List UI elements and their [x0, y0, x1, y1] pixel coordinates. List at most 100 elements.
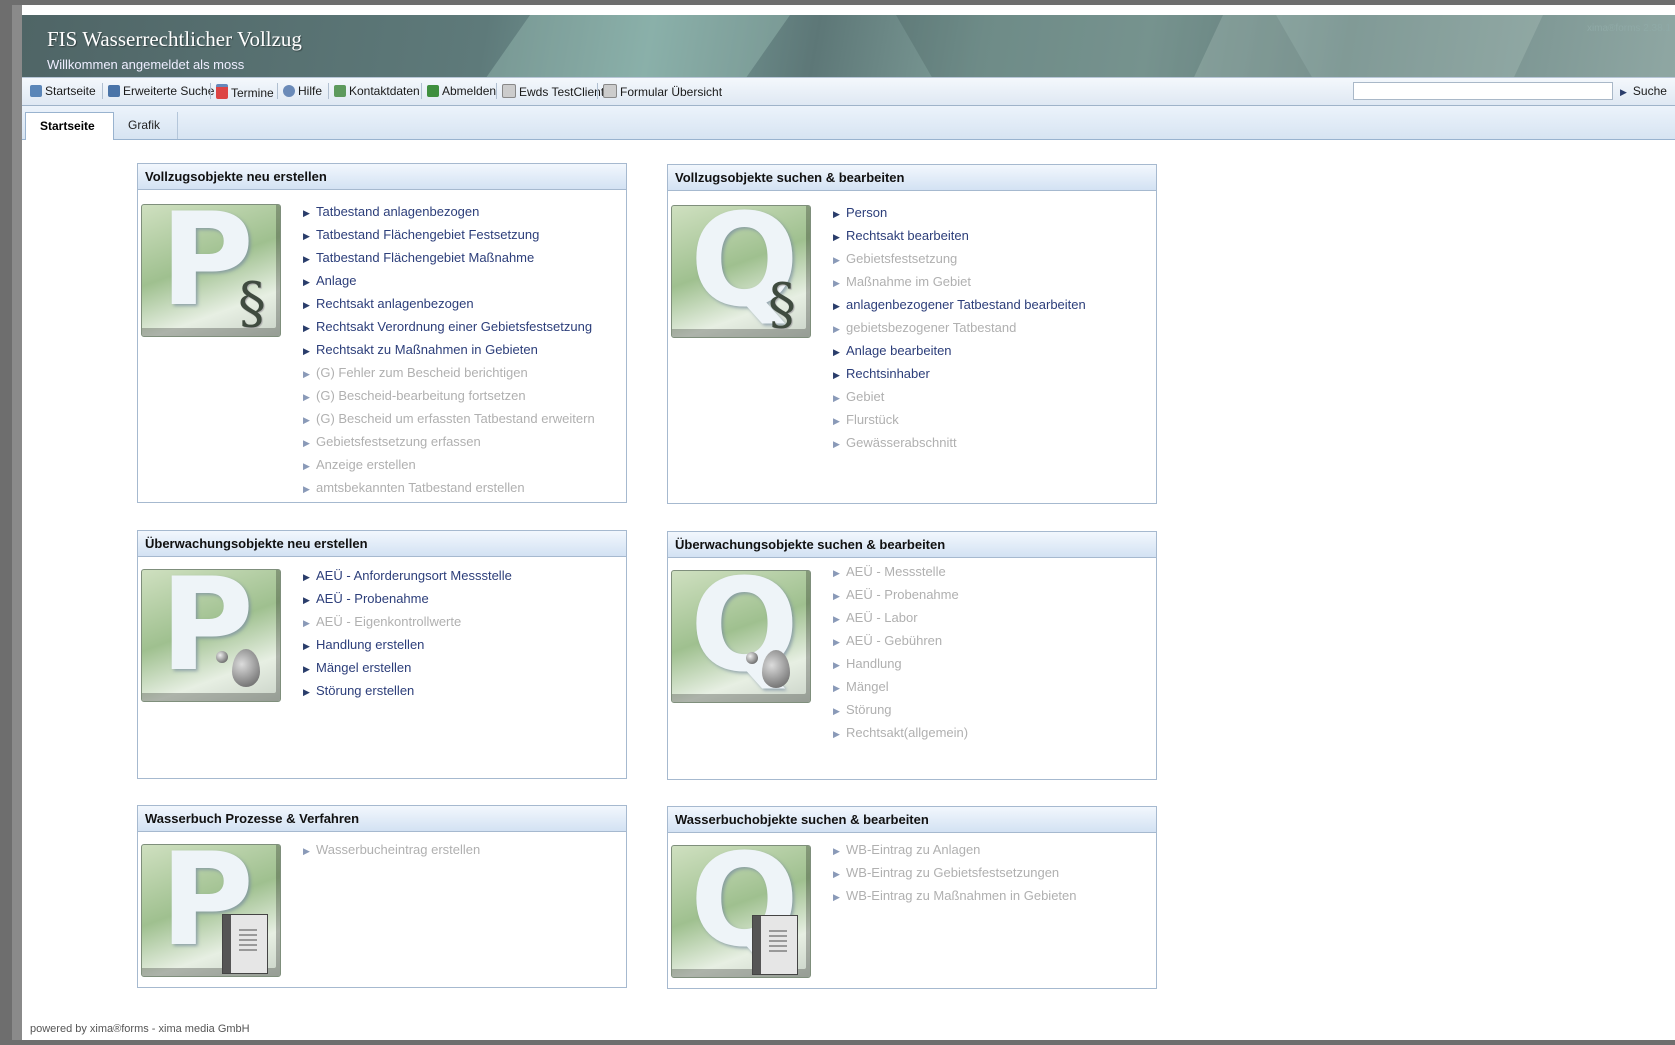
- link-item: ▶ AEÜ - Eigenkontrollwerte: [303, 610, 512, 633]
- link-item: ▶ Flurstück: [833, 408, 1086, 431]
- link-item[interactable]: ▶ Handlung erstellen: [303, 633, 512, 656]
- search-input[interactable]: [1353, 82, 1613, 100]
- link-item[interactable]: ▶ Anlage bearbeiten: [833, 339, 1086, 362]
- chevron-right-icon: ▶: [303, 392, 310, 402]
- chevron-right-icon: ▶: [303, 438, 310, 448]
- panel-wasserbuch-suchen: Wasserbuchobjekte suchen & bearbeiten Q …: [667, 806, 1157, 989]
- toolbar-ewds-testclient[interactable]: Ewds TestClient: [502, 84, 604, 99]
- link-label: (G) Bescheid-bearbeitung fortsetzen: [316, 388, 526, 403]
- link-item: ▶ (G) Bescheid-bearbeitung fortsetzen: [303, 384, 595, 407]
- link-item[interactable]: ▶ Anlage: [303, 269, 595, 292]
- link-item[interactable]: ▶ Person: [833, 201, 1086, 224]
- link-label: Maßnahme im Gebiet: [846, 274, 971, 289]
- link-label: Flurstück: [846, 412, 899, 427]
- link-item[interactable]: ▶ Rechtsakt anlagenbezogen: [303, 292, 595, 315]
- chevron-right-icon: ▶: [303, 484, 310, 494]
- link-item: ▶ AEÜ - Messstelle: [833, 560, 968, 583]
- link-item: ▶ WB-Eintrag zu Anlagen: [833, 838, 1077, 861]
- link-item: ▶ Maßnahme im Gebiet: [833, 270, 1086, 293]
- toolbar-abmelden[interactable]: Abmelden: [427, 84, 496, 98]
- link-label: Anzeige erstellen: [316, 457, 416, 472]
- chevron-right-icon: ▶: [303, 369, 310, 379]
- chevron-right-icon: ▶: [833, 591, 840, 601]
- panel-vollzug-neu: Vollzugsobjekte neu erstellen P § ▶ Tatbes…: [137, 163, 627, 503]
- version-label: xima®forms 2.38.1: [1586, 23, 1671, 34]
- link-item: ▶ AEÜ - Gebühren: [833, 629, 968, 652]
- link-label: Rechtsakt zu Maßnahmen in Gebieten: [316, 342, 538, 357]
- chevron-right-icon: ▶: [833, 439, 840, 449]
- chevron-right-icon: ▶: [833, 370, 840, 380]
- toolbar-kontaktdaten[interactable]: Kontaktdaten: [334, 84, 420, 98]
- link-label: Anlage bearbeiten: [846, 343, 952, 358]
- chevron-right-icon: ▶: [303, 346, 310, 356]
- chevron-right-icon: ▶: [833, 892, 840, 902]
- toolbar-startseite[interactable]: Startseite: [30, 84, 96, 98]
- link-item: ▶ Gewässerabschnitt: [833, 431, 1086, 454]
- panel-wasserbuch-prozesse: Wasserbuch Prozesse & Verfahren P ▶ Wasse…: [137, 805, 627, 988]
- chevron-right-icon: ▶: [833, 416, 840, 426]
- panel-title: Vollzugsobjekte suchen & bearbeiten: [668, 165, 1156, 191]
- link-item[interactable]: ▶ Rechtsinhaber: [833, 362, 1086, 385]
- p-drop-icon: P: [141, 569, 281, 702]
- chevron-right-icon: ▶: [303, 208, 310, 218]
- search-button[interactable]: ▶ Suche: [1620, 84, 1667, 98]
- link-item: ▶ Gebietsfestsetzung erfassen: [303, 430, 595, 453]
- link-item[interactable]: ▶ Mängel erstellen: [303, 656, 512, 679]
- link-label: Anlage: [316, 273, 357, 288]
- welcome-text: Willkommen angemeldet als moss: [47, 57, 245, 72]
- chevron-right-icon: ▶: [833, 255, 840, 265]
- toolbar-termine[interactable]: Termine: [216, 84, 274, 100]
- link-label: Rechtsakt bearbeiten: [846, 228, 969, 243]
- chevron-right-icon: ▶: [303, 254, 310, 264]
- tab-startseite[interactable]: Startseite: [25, 112, 114, 140]
- toolbar-formular-uebersicht[interactable]: Formular Übersicht: [603, 84, 722, 99]
- link-list: ▶ Person ▶ Rechtsakt bearbeiten ▶ Gebietsfest…: [833, 201, 1086, 454]
- chevron-right-icon: ▶: [833, 278, 840, 288]
- link-item[interactable]: ▶ AEÜ - Anforderungsort Messstelle: [303, 564, 512, 587]
- link-label: Handlung: [846, 656, 902, 671]
- link-item: ▶ Gebietsfestsetzung: [833, 247, 1086, 270]
- chevron-right-icon: ▶: [833, 869, 840, 879]
- panel-ueberwachung-neu: Überwachungsobjekte neu erstellen P ▶ AEÜ…: [137, 530, 627, 779]
- toolbar-hilfe[interactable]: Hilfe: [283, 84, 322, 98]
- link-item[interactable]: ▶ Rechtsakt Verordnung einer Gebietsfests…: [303, 315, 595, 338]
- link-item[interactable]: ▶ Rechtsakt zu Maßnahmen in Gebieten: [303, 338, 595, 361]
- link-list: ▶ Wasserbucheintrag erstellen: [303, 838, 480, 861]
- link-label: WB-Eintrag zu Anlagen: [846, 842, 981, 857]
- chevron-right-icon: ▶: [833, 637, 840, 647]
- chevron-right-icon: ▶: [1620, 87, 1627, 97]
- calendar-icon: [216, 84, 228, 99]
- link-item[interactable]: ▶ Tatbestand Flächengebiet Festsetzung: [303, 223, 595, 246]
- link-item[interactable]: ▶ Rechtsakt bearbeiten: [833, 224, 1086, 247]
- link-item: ▶ AEÜ - Labor: [833, 606, 968, 629]
- chevron-right-icon: ▶: [303, 641, 310, 651]
- link-label: Rechtsinhaber: [846, 366, 930, 381]
- chevron-right-icon: ▶: [303, 323, 310, 333]
- link-label: WB-Eintrag zu Maßnahmen in Gebieten: [846, 888, 1077, 903]
- link-label: Rechtsakt Verordnung einer Gebietsfestse…: [316, 319, 593, 334]
- toolbar: Startseite Erweiterte Suche Termine Hilf…: [22, 77, 1675, 106]
- link-item[interactable]: ▶ Tatbestand Flächengebiet Maßnahme: [303, 246, 595, 269]
- q-drop-icon: Q: [671, 570, 811, 703]
- tab-bar: Startseite Grafik: [22, 106, 1675, 140]
- chevron-right-icon: ▶: [303, 461, 310, 471]
- link-item[interactable]: ▶ anlagenbezogener Tatbestand bearbeiten: [833, 293, 1086, 316]
- chevron-right-icon: ▶: [303, 277, 310, 287]
- link-label: AEÜ - Gebühren: [846, 633, 943, 648]
- toolbar-erweiterte-suche[interactable]: Erweiterte Suche: [108, 84, 214, 98]
- link-item[interactable]: ▶ AEÜ - Probenahme: [303, 587, 512, 610]
- link-list: ▶ Tatbestand anlagenbezogen ▶ Tatbestand Fl…: [303, 200, 595, 499]
- link-label: (G) Bescheid um erfassten Tatbestand erw…: [316, 411, 595, 426]
- link-label: AEÜ - Labor: [846, 610, 918, 625]
- link-item: ▶ Rechtsakt(allgemein): [833, 721, 968, 744]
- link-label: Gewässerabschnitt: [846, 435, 957, 450]
- contact-icon: [334, 85, 346, 97]
- panel-title: Überwachungsobjekte neu erstellen: [138, 531, 626, 557]
- tab-grafik[interactable]: Grafik: [114, 112, 178, 139]
- link-item[interactable]: ▶ Störung erstellen: [303, 679, 512, 702]
- link-list: ▶ AEÜ - Anforderungsort Messstelle ▶ AEÜ - …: [303, 564, 512, 702]
- link-item[interactable]: ▶ Tatbestand anlagenbezogen: [303, 200, 595, 223]
- link-item: ▶ Störung: [833, 698, 968, 721]
- chevron-right-icon: ▶: [303, 595, 310, 605]
- link-item: ▶ Gebiet: [833, 385, 1086, 408]
